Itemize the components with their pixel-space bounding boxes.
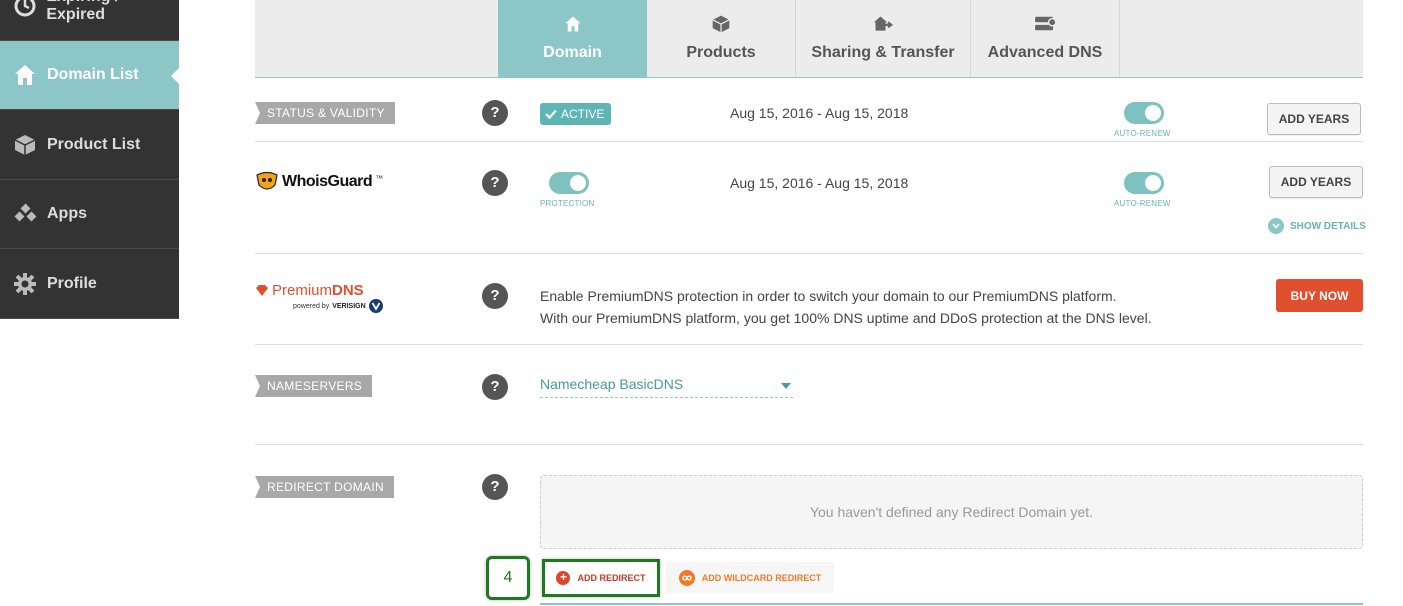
premiumdns-logo-dns: DNS [332, 282, 364, 299]
divider [255, 253, 1363, 254]
clock-icon [12, 0, 37, 19]
apps-icon [12, 201, 38, 227]
whoisguard-auto-renew-toggle[interactable] [1124, 172, 1164, 194]
premiumdns-logo-premium: Premium [272, 282, 333, 299]
gem-icon [256, 285, 268, 296]
divider [255, 141, 1363, 142]
validity-dates: Aug 15, 2016 - Aug 15, 2018 [730, 105, 909, 121]
caret-down-icon [781, 383, 791, 389]
whoisguard-logo-text: WhoisGuard [282, 173, 373, 190]
home-icon [12, 62, 38, 88]
nameservers-label: NAMESERVERS [255, 375, 373, 397]
share-icon [872, 12, 894, 36]
status-badge-label: ACTIVE [561, 107, 605, 121]
sidebar-item-expiring[interactable]: Expiring / Expired [0, 0, 179, 41]
protection-caption: PROTECTION [540, 199, 595, 208]
status-validity-label: STATUS & VALIDITY [255, 102, 395, 124]
tab-label: Products [686, 44, 756, 61]
whoisguard-logo: WhoisGuard ™ [255, 171, 383, 193]
help-icon[interactable]: ? [482, 100, 508, 126]
divider [255, 344, 1363, 345]
redirect-domain-label: REDIRECT DOMAIN [255, 476, 394, 498]
help-icon[interactable]: ? [482, 374, 508, 400]
tab-sharing-transfer[interactable]: Sharing & Transfer [796, 0, 971, 77]
step-marker: 4 [486, 556, 530, 600]
plus-circle-icon: + [556, 571, 571, 585]
tab-advanced-dns[interactable]: Advanced DNS [971, 0, 1120, 77]
verisign-text: VERISIGN [332, 302, 366, 310]
sidebar-item-apps[interactable]: Apps [0, 180, 179, 249]
sidebar: Expiring / Expired Domain List Product L… [0, 0, 180, 319]
premiumdns-description: Enable PremiumDNS protection in order to… [540, 285, 1152, 329]
server-icon [1033, 12, 1057, 36]
auto-renew-toggle[interactable] [1124, 102, 1164, 124]
gear-icon [12, 271, 38, 297]
add-years-button[interactable]: ADD YEARS [1267, 103, 1361, 135]
verisign-icon [368, 299, 383, 313]
sidebar-item-label: Apps [47, 205, 87, 222]
sidebar-item-profile[interactable]: Profile [0, 250, 179, 319]
powered-by-text: powered by [293, 302, 330, 310]
sidebar-item-label: Expiring / Expired [46, 0, 119, 23]
redirect-empty-state: You haven't defined any Redirect Domain … [540, 475, 1363, 549]
sidebar-item-label: Product List [47, 136, 141, 153]
protection-toggle[interactable] [549, 172, 589, 194]
show-details-label: SHOW DETAILS [1290, 220, 1366, 232]
whoisguard-dates: Aug 15, 2016 - Aug 15, 2018 [730, 175, 909, 191]
redirect-empty-text: You haven't defined any Redirect Domain … [809, 504, 1094, 520]
tab-label: Domain [543, 44, 602, 61]
add-wildcard-label: ADD WILDCARD REDIRECT [701, 572, 822, 583]
chevron-down-icon [1268, 218, 1284, 234]
help-icon[interactable]: ? [482, 170, 508, 196]
auto-renew-caption: AUTO-RENEW [1114, 199, 1171, 208]
premiumdns-desc-line2: With our PremiumDNS platform, you get 10… [540, 310, 1152, 326]
trademark-sign: ™ [375, 173, 384, 183]
box-icon [711, 12, 731, 36]
nameservers-selected-value: Namecheap BasicDNS [540, 376, 684, 392]
add-redirect-label: ADD REDIRECT [577, 573, 646, 583]
show-details-link[interactable]: SHOW DETAILS [1268, 218, 1366, 234]
sidebar-item-label: Domain List [47, 66, 139, 83]
premiumdns-desc-line1: Enable PremiumDNS protection in order to… [540, 288, 1117, 304]
help-icon[interactable]: ? [482, 283, 508, 309]
nameservers-select[interactable]: Namecheap BasicDNS [540, 376, 793, 398]
buy-now-button[interactable]: BUY NOW [1276, 279, 1363, 312]
whoisguard-shield-icon [256, 171, 278, 190]
divider [540, 603, 1363, 605]
tab-label: Sharing & Transfer [811, 44, 955, 61]
tab-bar: Domain Products Sharing & Transfer Advan… [255, 0, 1363, 78]
tab-products[interactable]: Products [647, 0, 796, 77]
help-icon[interactable]: ? [482, 474, 508, 500]
sidebar-item-product-list[interactable]: Product List [0, 111, 179, 180]
tab-domain[interactable]: Domain [498, 0, 647, 77]
whoisguard-add-years-button[interactable]: ADD YEARS [1269, 166, 1363, 198]
auto-renew-caption: AUTO-RENEW [1114, 129, 1171, 138]
divider [255, 444, 1363, 445]
box-icon [12, 132, 38, 158]
sidebar-item-label: Profile [47, 275, 97, 292]
tab-label: Advanced DNS [987, 44, 1103, 61]
add-redirect-button[interactable]: + ADD REDIRECT [542, 559, 660, 597]
sidebar-item-domain-list[interactable]: Domain List [0, 41, 180, 110]
infinity-icon [678, 569, 695, 586]
status-badge: ACTIVE [540, 103, 612, 125]
add-wildcard-redirect-button[interactable]: ADD WILDCARD REDIRECT [666, 562, 834, 593]
check-icon [545, 109, 557, 120]
home-icon [564, 12, 582, 36]
premiumdns-logo: Premium DNS powered by VERISIGN [255, 282, 383, 313]
